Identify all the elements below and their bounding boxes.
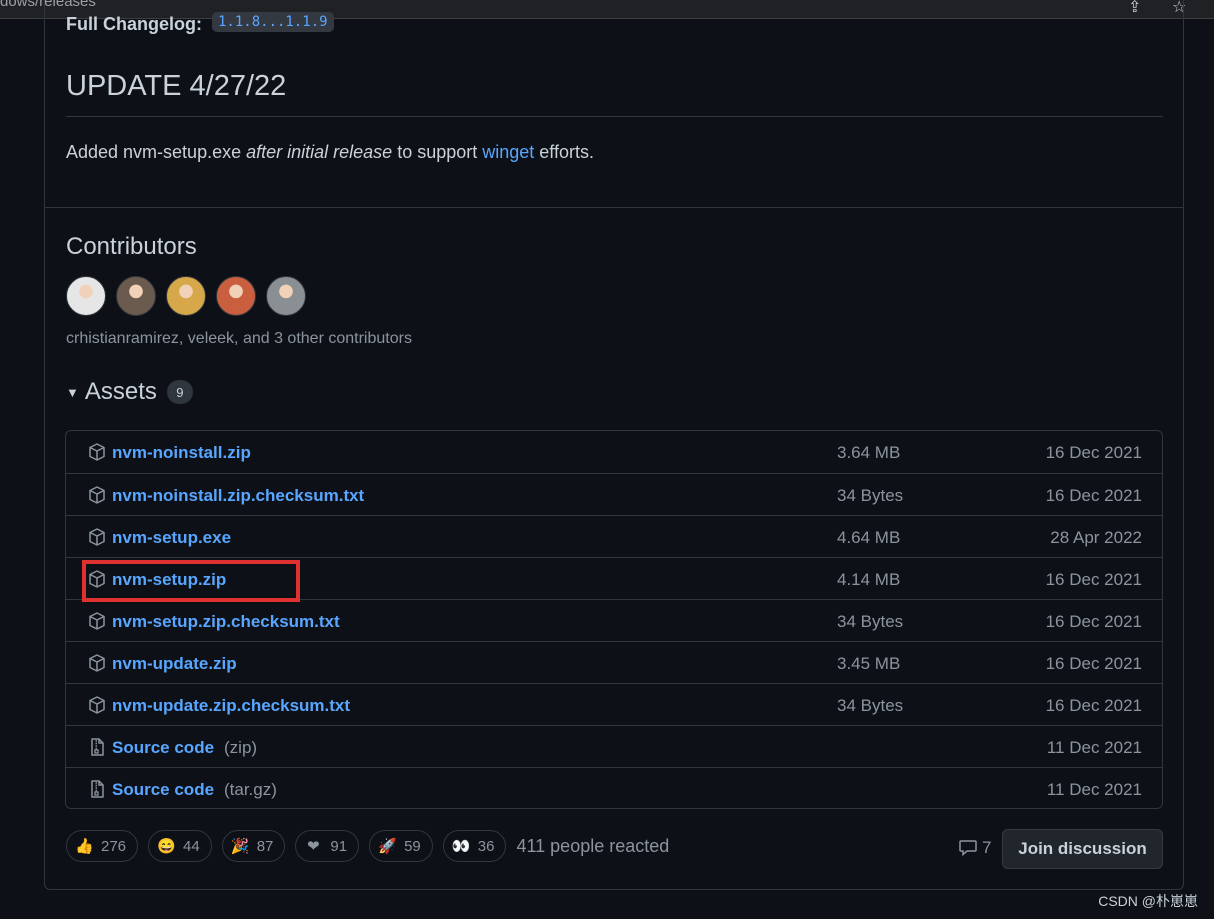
reaction-button[interactable]: 👍 276 <box>66 830 139 862</box>
assets-count-badge: 9 <box>166 380 193 404</box>
asset-size: 4.14 MB <box>837 570 901 589</box>
caret-down-icon: ▼ <box>66 384 79 400</box>
asset-download-link[interactable]: nvm-update.zip <box>112 654 237 674</box>
asset-size: 3.64 MB <box>837 443 901 462</box>
reaction-count: 44 <box>183 837 200 855</box>
asset-download-link[interactable]: nvm-noinstall.zip.checksum.txt <box>112 486 364 506</box>
update-heading: UPDATE 4/27/22 <box>66 70 287 102</box>
asset-row: Source code 11 Dec 2021 (zip) <box>66 725 1162 767</box>
file-zip-icon <box>87 737 107 757</box>
file-zip-icon <box>87 779 107 799</box>
reactions-bar: 👍 276 😄 44 🎉 87 ❤ 91 🚀 59 👀 36 411 people reacted <box>66 830 669 862</box>
asset-row: nvm-update.zip 3.45 MB 16 Dec 2021 <box>66 641 1162 683</box>
changelog-label: Full Changelog: <box>66 14 202 34</box>
package-icon <box>87 611 107 631</box>
asset-size: 4.64 MB <box>837 528 901 547</box>
winget-link[interactable]: winget <box>482 142 534 162</box>
contributor-avatar[interactable] <box>166 276 206 316</box>
package-icon <box>87 527 107 547</box>
asset-download-link[interactable]: nvm-update.zip.checksum.txt <box>112 696 350 716</box>
assets-heading: Assets <box>84 378 157 405</box>
asset-row: nvm-setup.exe 4.64 MB 28 Apr 2022 <box>66 515 1162 557</box>
watermark: CSDN @朴崽崽 <box>1098 893 1198 909</box>
asset-size: 3.45 MB <box>837 654 901 673</box>
thumbs-up-icon: 👍 <box>75 838 94 855</box>
asset-row: nvm-noinstall.zip.checksum.txt 34 Bytes 16… <box>66 473 1162 515</box>
asset-date: 16 Dec 2021 <box>1045 486 1142 505</box>
reaction-button[interactable]: 🎉 87 <box>221 830 286 862</box>
contributor-avatar[interactable] <box>266 276 306 316</box>
asset-date: 16 Dec 2021 <box>1045 443 1142 462</box>
contributor-avatar[interactable] <box>116 276 156 316</box>
changelog-compare-link[interactable]: 1.1.8...1.1.9 <box>212 12 334 32</box>
asset-row: nvm-update.zip.checksum.txt 34 Bytes 16 De… <box>66 683 1162 725</box>
reaction-button[interactable]: 😄 44 <box>148 830 212 862</box>
assets-toggle[interactable]: ▼ Assets 9 <box>66 378 193 406</box>
asset-date: 11 Dec 2021 <box>1046 780 1142 799</box>
join-discussion-button[interactable]: Join discussion <box>1002 829 1163 869</box>
asset-date: 28 Apr 2022 <box>1050 528 1142 547</box>
reaction-count: 59 <box>404 837 421 855</box>
rocket-icon: 🚀 <box>378 838 397 855</box>
asset-date: 16 Dec 2021 <box>1045 696 1142 715</box>
comment-count: 7 <box>982 838 992 857</box>
asset-row: Source code 11 Dec 2021 (tar.gz) <box>66 767 1162 808</box>
reaction-button[interactable]: 🚀 59 <box>369 830 433 862</box>
comments-count[interactable]: 7 <box>958 838 991 858</box>
contributor-avatars <box>66 276 306 316</box>
package-icon <box>87 695 107 715</box>
asset-format: (zip) <box>224 738 258 757</box>
asset-download-link[interactable]: nvm-noinstall.zip <box>112 443 251 463</box>
package-icon <box>87 442 107 462</box>
comment-icon <box>959 840 977 857</box>
heading-divider <box>66 116 1163 117</box>
contributors-heading: Contributors <box>66 233 197 260</box>
asset-download-link[interactable]: Source code <box>112 738 214 758</box>
asset-download-link[interactable]: Source code <box>112 780 214 800</box>
heart-icon: ❤ <box>307 838 320 855</box>
asset-date: 16 Dec 2021 <box>1045 654 1142 673</box>
assets-list: nvm-noinstall.zip 3.64 MB 16 Dec 2021 nvm-n… <box>65 430 1163 809</box>
eyes-icon: 👀 <box>451 838 471 855</box>
reaction-count: 36 <box>477 837 495 855</box>
smile-icon: 😄 <box>157 838 176 855</box>
asset-size: 34 Bytes <box>837 696 904 715</box>
annotation-highlight-box <box>82 560 300 602</box>
asset-date: 11 Dec 2021 <box>1046 738 1142 757</box>
contributor-avatar[interactable] <box>66 276 106 316</box>
asset-date: 16 Dec 2021 <box>1045 612 1142 631</box>
reaction-count: 87 <box>256 837 274 855</box>
contributor-avatar[interactable] <box>216 276 256 316</box>
asset-download-link[interactable]: nvm-setup.exe <box>112 528 231 548</box>
asset-size: 34 Bytes <box>837 612 904 631</box>
reaction-button[interactable]: 👀 36 <box>442 830 507 862</box>
tada-icon: 🎉 <box>230 838 250 855</box>
contributors-summary: crhistianramirez, veleek, and 3 other co… <box>66 330 412 347</box>
reactions-summary: 411 people reacted <box>516 835 670 856</box>
section-divider <box>45 207 1183 208</box>
asset-row: nvm-noinstall.zip 3.64 MB 16 Dec 2021 <box>66 431 1162 473</box>
asset-download-link[interactable]: nvm-setup.zip.checksum.txt <box>112 612 340 632</box>
update-description: Added nvm-setup.exe after initial releas… <box>66 142 594 162</box>
asset-date: 16 Dec 2021 <box>1045 570 1142 589</box>
asset-row: nvm-setup.zip.checksum.txt 34 Bytes 16 Dec… <box>66 599 1162 641</box>
package-icon <box>87 485 107 505</box>
reaction-count: 276 <box>101 837 127 855</box>
asset-size: 34 Bytes <box>837 486 904 505</box>
asset-format: (tar.gz) <box>224 780 277 799</box>
reaction-button[interactable]: ❤ 91 <box>295 830 360 862</box>
reaction-count: 91 <box>330 837 348 855</box>
package-icon <box>87 653 107 673</box>
